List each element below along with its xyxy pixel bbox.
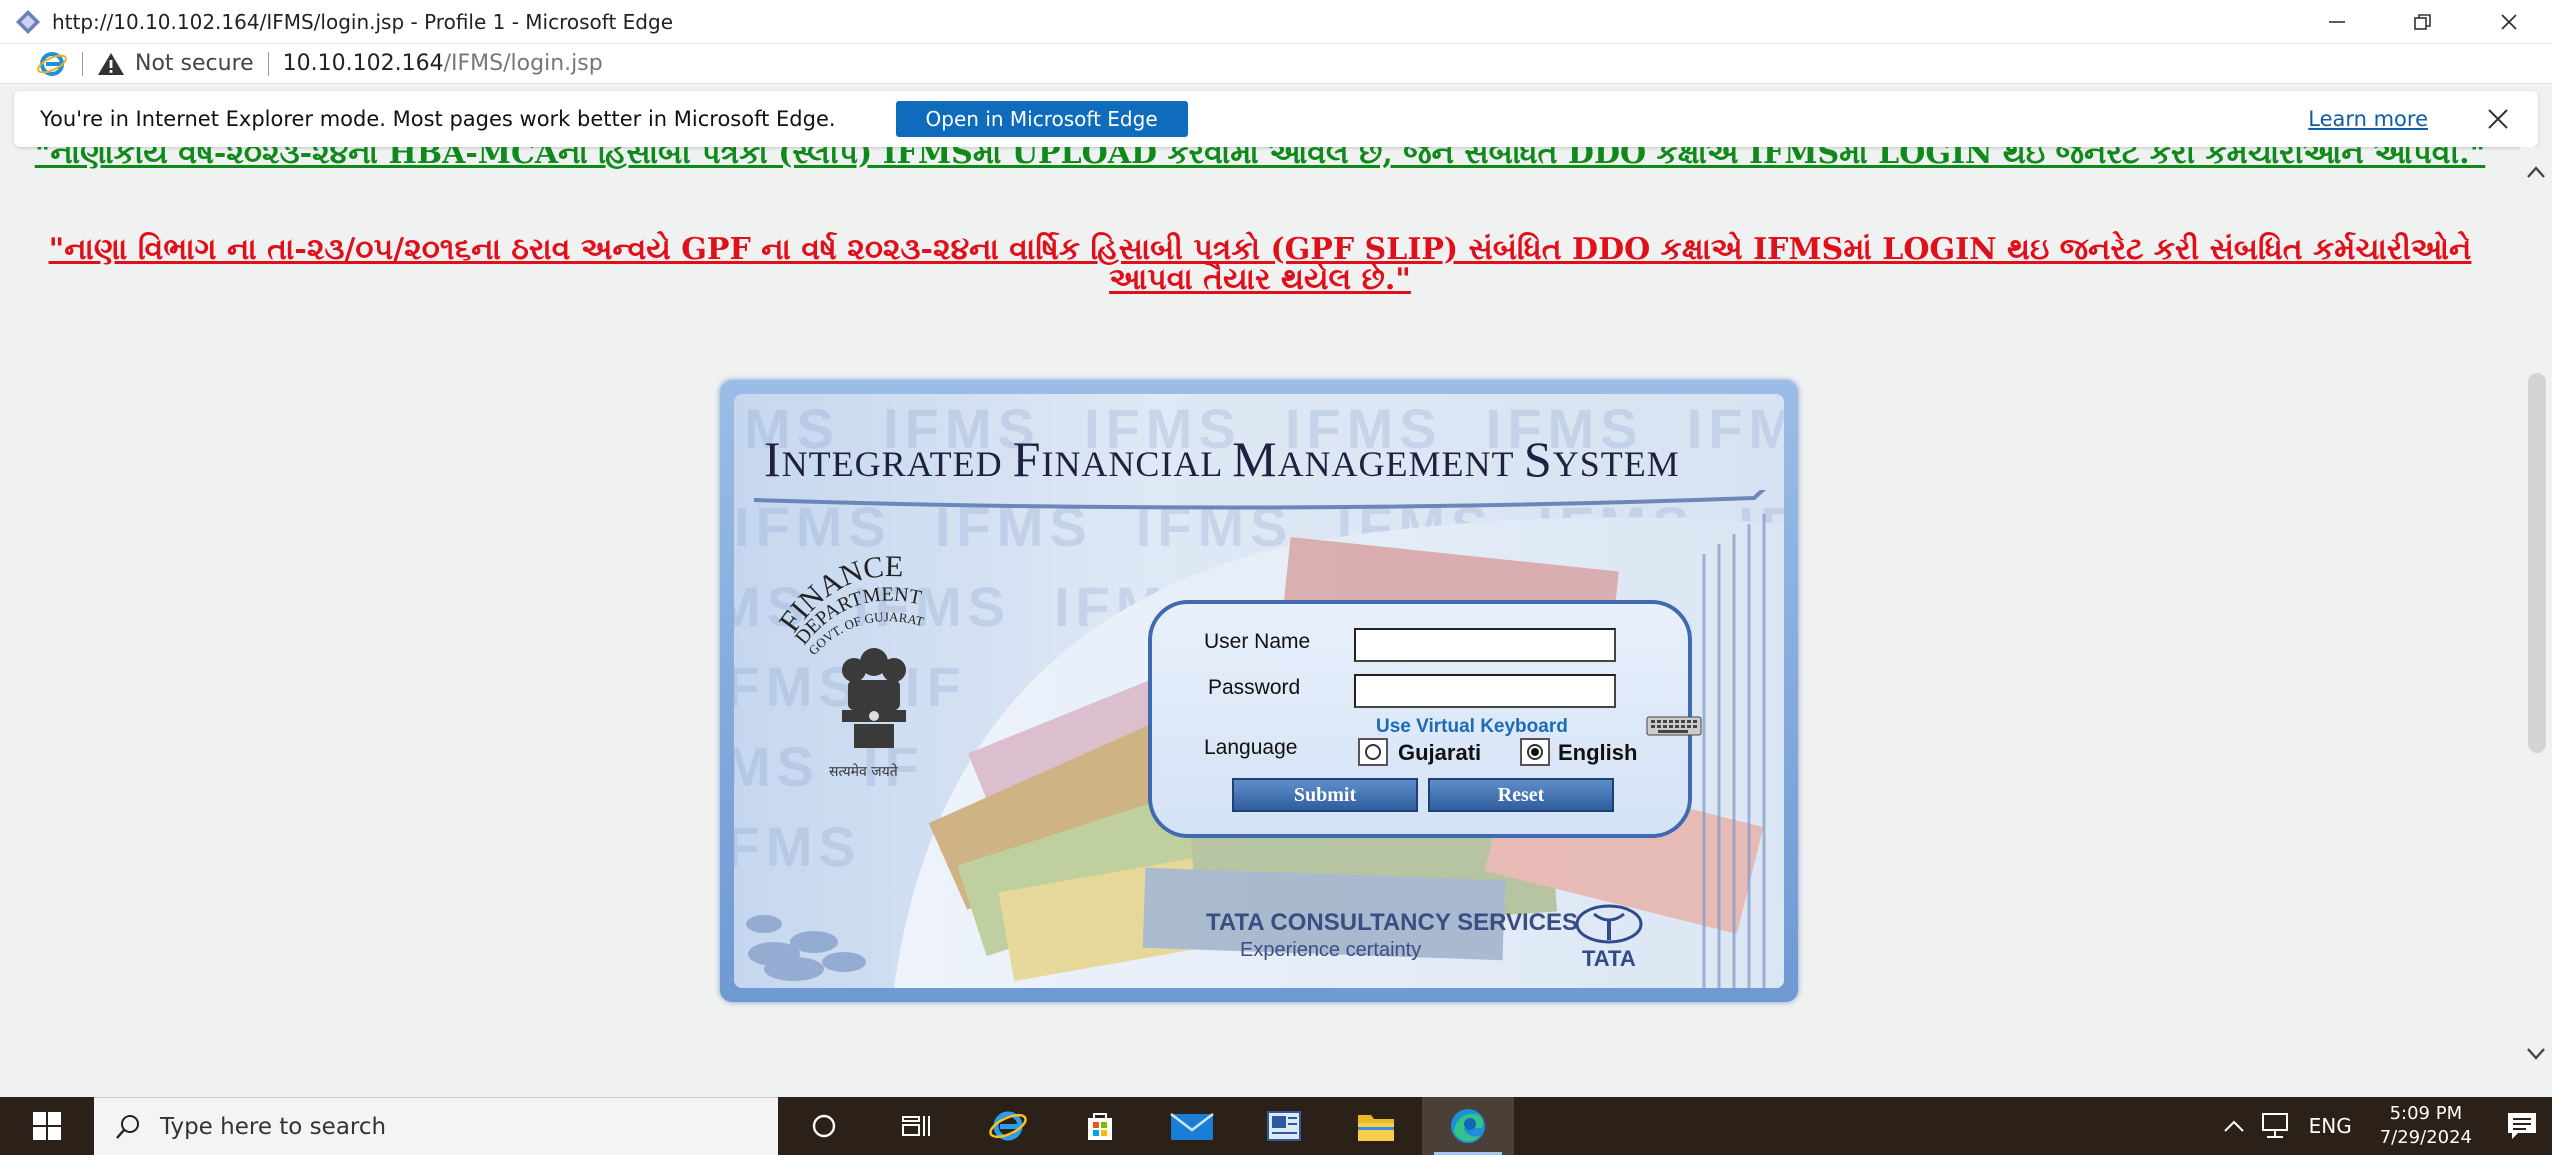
warning-icon <box>98 52 124 75</box>
url-path: /IFMS/login.jsp <box>443 51 603 76</box>
search-placeholder: Type here to search <box>160 1113 387 1140</box>
learn-more-link[interactable]: Learn more <box>2308 107 2428 131</box>
taskbar-file-explorer[interactable] <box>1330 1097 1422 1155</box>
restore-button[interactable] <box>2380 0 2466 44</box>
vertical-scrollbar[interactable] <box>2520 147 2552 1097</box>
document-app-icon <box>1267 1111 1301 1141</box>
password-label: Password <box>1208 676 1301 699</box>
taskbar-document-app[interactable] <box>1238 1097 1330 1155</box>
store-icon <box>1088 1113 1112 1140</box>
folder-icon <box>1358 1115 1394 1141</box>
close-infobar-icon[interactable] <box>2486 107 2510 131</box>
close-window-button[interactable] <box>2466 0 2552 44</box>
submit-button[interactable]: Submit <box>1232 778 1418 812</box>
tata-logo-text: TATA <box>1582 946 1636 971</box>
url-text[interactable]: 10.10.102.164/IFMS/login.jsp <box>283 51 603 76</box>
password-input[interactable] <box>1354 674 1616 708</box>
emblem-motto: सत्यमेव जयते <box>829 764 898 780</box>
tcs-tagline: Experience certainty <box>1240 939 1422 961</box>
url-host: 10.10.102.164 <box>282 51 444 76</box>
english-radio-label[interactable]: English <box>1558 740 1637 766</box>
taskbar-search-box[interactable]: Type here to search <box>94 1097 778 1155</box>
tcs-name: TATA CONSULTANCY SERVICES <box>1206 909 1579 936</box>
reset-button[interactable]: Reset <box>1428 778 1614 812</box>
clock-time: 5:09 PM <box>2389 1103 2463 1124</box>
system-tray: ENG 5:09 PM 7/29/2024 <box>2223 1097 2552 1155</box>
keyboard-icon[interactable] <box>1646 716 1702 736</box>
national-emblem-icon <box>842 648 906 748</box>
cortana-button[interactable] <box>778 1097 870 1155</box>
search-icon <box>116 1114 139 1139</box>
gujarati-radio-label[interactable]: Gujarati <box>1398 740 1481 766</box>
notice-hba-mca[interactable]: "નાણાકીય વર્ષ-૨૦૨૩-૨૪ના HBA-MCAના હિસાબી… <box>5 147 2515 169</box>
gujarati-radio[interactable] <box>1358 738 1388 766</box>
address-bar[interactable]: Not secure 10.10.102.164/IFMS/login.jsp <box>0 44 2552 84</box>
windows-taskbar: Type here to search ENG 5:09 PM 7/29/202… <box>0 1097 2552 1155</box>
task-view-icon <box>902 1116 930 1136</box>
taskbar-clock[interactable]: 5:09 PM 7/29/2024 <box>2380 1102 2472 1150</box>
edge-icon <box>1451 1109 1485 1143</box>
clock-date: 7/29/2024 <box>2379 1127 2472 1148</box>
start-button[interactable] <box>0 1097 94 1155</box>
infobar-message: You're in Internet Explorer mode. Most p… <box>40 107 836 131</box>
finance-department-seal: FINANCE DEPARTMENT GOVT. OF GUJARAT <box>774 550 925 654</box>
network-icon[interactable] <box>2259 1112 2291 1140</box>
notice-gpf-slip[interactable]: "નાણા વિભાગ ના તા-૨૩/૦૫/૨૦૧૬ના ઠરાવ અન્વ… <box>10 235 2510 295</box>
input-language[interactable]: ENG <box>2309 1114 2352 1138</box>
action-center-button[interactable] <box>2492 1097 2552 1155</box>
minimize-icon <box>2329 21 2345 23</box>
security-status[interactable]: Not secure <box>135 51 254 76</box>
username-label: User Name <box>1204 630 1311 653</box>
internet-explorer-icon[interactable] <box>36 48 68 80</box>
minimize-button[interactable] <box>2294 0 2380 44</box>
windows-logo-icon <box>33 1112 61 1140</box>
open-in-edge-button[interactable]: Open in Microsoft Edge <box>895 101 1188 137</box>
cortana-icon <box>812 1114 836 1138</box>
task-view-button[interactable] <box>870 1097 962 1155</box>
browser-title-bar: http://10.10.102.164/IFMS/login.jsp - Pr… <box>0 0 2552 44</box>
language-label: Language <box>1204 736 1298 759</box>
tata-logo-icon <box>1575 904 1643 944</box>
username-input[interactable] <box>1354 628 1616 662</box>
taskbar-edge[interactable] <box>1422 1097 1514 1155</box>
window-title: http://10.10.102.164/IFMS/login.jsp - Pr… <box>52 9 674 34</box>
taskbar-internet-explorer[interactable] <box>962 1097 1054 1155</box>
english-radio[interactable] <box>1520 738 1550 766</box>
scroll-up-icon[interactable] <box>2526 165 2546 179</box>
login-form: User Name Password Use Virtual Keyboard … <box>1148 600 1702 838</box>
scroll-down-icon[interactable] <box>2526 1047 2546 1061</box>
virtual-keyboard-link[interactable]: Use Virtual Keyboard <box>1376 716 1568 738</box>
mail-icon <box>1170 1113 1214 1140</box>
restore-icon <box>2414 14 2431 30</box>
ie-mode-page-icon <box>16 9 40 34</box>
close-icon <box>2501 14 2517 30</box>
notification-icon <box>2508 1113 2536 1139</box>
taskbar-store[interactable] <box>1054 1097 1146 1155</box>
taskbar-mail[interactable] <box>1146 1097 1238 1155</box>
show-hidden-icons-icon[interactable] <box>2223 1119 2245 1133</box>
ie-mode-infobar: You're in Internet Explorer mode. Most p… <box>14 91 2538 147</box>
internet-explorer-icon <box>989 1111 1027 1141</box>
scrollbar-thumb[interactable] <box>2528 373 2546 753</box>
